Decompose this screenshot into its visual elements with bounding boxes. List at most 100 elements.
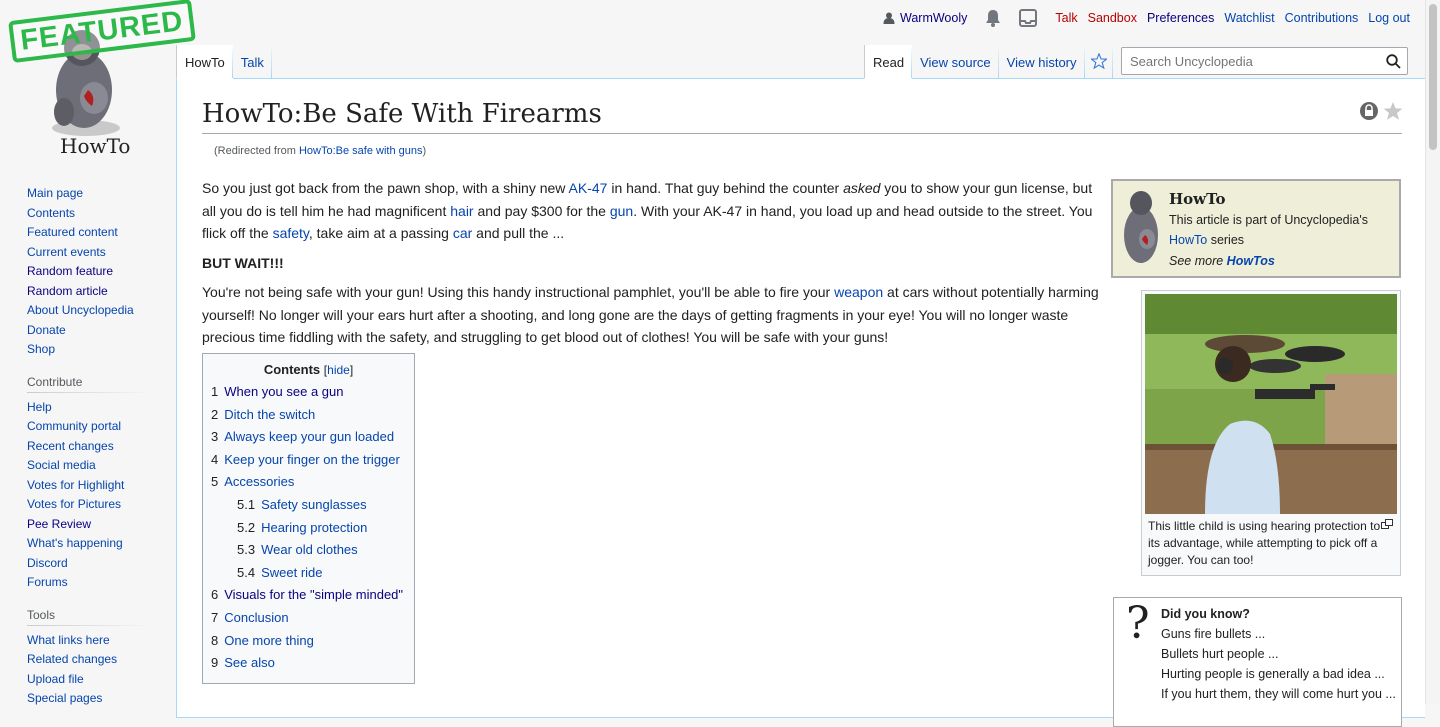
toc-link[interactable]: One more thing: [224, 633, 314, 648]
sidebar-item-votes-highlight[interactable]: Votes for Highlight: [27, 478, 124, 492]
watch-star-button[interactable]: [1084, 45, 1113, 79]
question-mark-icon: ?: [1126, 598, 1150, 649]
sidebar-item-community-portal[interactable]: Community portal: [27, 419, 121, 433]
toc-link[interactable]: Safety sunglasses: [261, 497, 367, 512]
hair-link[interactable]: hair: [450, 203, 473, 219]
title-indicators: [1359, 101, 1403, 121]
toc-hide-toggle[interactable]: [hide]: [324, 363, 353, 377]
toc-link[interactable]: Conclusion: [224, 610, 288, 625]
sidebar-item-what-links-here[interactable]: What links here: [27, 633, 110, 647]
watchlist-link[interactable]: Watchlist: [1224, 11, 1274, 25]
image-thumbnail: This little child is using hearing prote…: [1141, 290, 1401, 576]
sidebar-item-donate[interactable]: Donate: [27, 323, 66, 337]
toc-link[interactable]: Keep your finger on the trigger: [224, 452, 400, 467]
sidebar-item-recent-changes[interactable]: Recent changes: [27, 439, 114, 453]
tab-view-history[interactable]: View history: [998, 45, 1085, 79]
howtos-link[interactable]: HowTos: [1227, 254, 1275, 268]
sidebar-item-main-page[interactable]: Main page: [27, 186, 83, 200]
car-link[interactable]: car: [453, 225, 472, 241]
sidebar-item-random-feature[interactable]: Random feature: [27, 264, 113, 278]
sidebar-item-shop[interactable]: Shop: [27, 342, 55, 356]
toc-num: 2: [211, 406, 219, 422]
ak47-link[interactable]: AK-47: [569, 180, 608, 196]
howto-box-text: HowTo This article is part of Uncycloped…: [1169, 189, 1368, 271]
search-button[interactable]: [1379, 53, 1407, 69]
sidebar-item-upload-file[interactable]: Upload file: [27, 672, 84, 686]
toc-link[interactable]: Hearing protection: [261, 520, 367, 535]
toc-item[interactable]: 1 When you see a gun: [211, 383, 406, 406]
toc-subitem[interactable]: 5.4 Sweet ride: [211, 564, 406, 587]
logout-link[interactable]: Log out: [1368, 11, 1410, 25]
gun-link[interactable]: gun: [610, 203, 633, 219]
lock-icon[interactable]: [1359, 101, 1379, 121]
tab-howto[interactable]: HowTo: [176, 45, 233, 79]
sidebar-item-about[interactable]: About Uncyclopedia: [27, 303, 134, 317]
tab-read[interactable]: Read: [864, 45, 913, 79]
sidebar-item-help[interactable]: Help: [27, 400, 52, 414]
howto-link[interactable]: HowTo: [1169, 233, 1207, 247]
notices-tray[interactable]: [1019, 9, 1038, 27]
emphasis: asked: [843, 180, 881, 196]
shooting-range-photo[interactable]: [1145, 294, 1397, 514]
sidebar-item-discord[interactable]: Discord: [27, 556, 68, 570]
toc-item[interactable]: 9 See also: [211, 654, 406, 677]
toc-item[interactable]: 7 Conclusion: [211, 609, 406, 632]
toc-link[interactable]: Always keep your gun loaded: [224, 429, 394, 444]
search-input[interactable]: [1128, 52, 1379, 70]
toc-link[interactable]: Visuals for the "simple minded": [224, 587, 403, 602]
page-scrollbar[interactable]: [1425, 0, 1440, 704]
sandbox-link[interactable]: Sandbox: [1088, 11, 1137, 25]
text: You're not being safe with your gun! Usi…: [202, 284, 835, 300]
toc-item[interactable]: 5 Accessories: [211, 473, 406, 496]
tab-view-source[interactable]: View source: [912, 45, 999, 79]
site-logo[interactable]: FEATURED HowTo: [0, 0, 196, 170]
sidebar-item-current-events[interactable]: Current events: [27, 245, 106, 259]
sidebar-item-featured-content[interactable]: Featured content: [27, 225, 118, 239]
toc-link[interactable]: Sweet ride: [261, 565, 322, 580]
user-icon: [883, 12, 895, 24]
sidebar-item-votes-pictures[interactable]: Votes for Pictures: [27, 497, 121, 511]
scrollbar-thumb[interactable]: [1429, 4, 1437, 150]
sidebar-item-special-pages[interactable]: Special pages: [27, 691, 102, 705]
toc-item[interactable]: 3 Always keep your gun loaded: [211, 428, 406, 451]
sidebar-item-pee-review[interactable]: Pee Review: [27, 517, 91, 531]
toc-item[interactable]: 8 One more thing: [211, 632, 406, 655]
toc-item[interactable]: 2 Ditch the switch: [211, 406, 406, 429]
toc-link[interactable]: See also: [224, 655, 275, 670]
toc-subitem[interactable]: 5.1 Safety sunglasses: [211, 496, 406, 519]
safety-link[interactable]: safety: [273, 225, 309, 241]
howto-box-line1: This article is part of Uncyclopedia's: [1169, 212, 1368, 227]
toc-link[interactable]: Accessories: [224, 474, 294, 489]
toc-link[interactable]: Ditch the switch: [224, 407, 315, 422]
tab-label: HowTo: [185, 55, 225, 70]
notifications-bell[interactable]: [985, 9, 1001, 27]
user-talk-link[interactable]: Talk: [1055, 11, 1077, 25]
toc-subitem[interactable]: 5.2 Hearing protection: [211, 519, 406, 542]
contribute-heading: Contribute: [27, 374, 152, 393]
toc-link[interactable]: When you see a gun: [224, 384, 343, 399]
weapon-link[interactable]: weapon: [834, 284, 883, 300]
toc-link[interactable]: Wear old clothes: [261, 542, 358, 557]
sidebar-item-random-article[interactable]: Random article: [27, 284, 108, 298]
preferences-link[interactable]: Preferences: [1147, 11, 1214, 25]
tray-icon: [1019, 9, 1038, 27]
toc-num: 6: [211, 587, 219, 603]
toc-hide-link[interactable]: hide: [327, 363, 350, 377]
toc-num: 5.1: [237, 496, 256, 512]
tab-label: Talk: [240, 55, 264, 70]
user-link[interactable]: WarmWooly: [883, 11, 967, 25]
toc-subitem[interactable]: 5.3 Wear old clothes: [211, 541, 406, 564]
gorilla-icon: [1124, 191, 1158, 263]
toc-item[interactable]: 4 Keep your finger on the trigger: [211, 451, 406, 474]
contributions-link[interactable]: Contributions: [1285, 11, 1359, 25]
enlarge-icon[interactable]: [1381, 519, 1393, 529]
redirect-source-link[interactable]: HowTo:Be safe with guns: [299, 145, 423, 157]
featured-star-icon[interactable]: [1383, 101, 1403, 121]
sidebar-item-social-media[interactable]: Social media: [27, 458, 96, 472]
toc-item[interactable]: 6 Visuals for the "simple minded": [211, 586, 406, 609]
sidebar-item-whats-happening[interactable]: What's happening: [27, 536, 123, 550]
sidebar-item-forums[interactable]: Forums: [27, 575, 68, 589]
tab-talk[interactable]: Talk: [232, 45, 272, 79]
sidebar-item-contents[interactable]: Contents: [27, 206, 75, 220]
sidebar-item-related-changes[interactable]: Related changes: [27, 652, 117, 666]
